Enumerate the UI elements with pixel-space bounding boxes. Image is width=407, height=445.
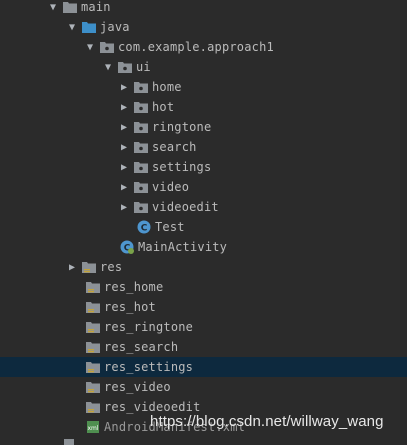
- tree-label-java: java: [100, 20, 130, 34]
- package-folder-icon: [118, 60, 132, 74]
- tree-row-res-ringtone[interactable]: res_ringtone: [0, 317, 407, 337]
- package-folder-icon: [134, 120, 148, 134]
- package-folder-icon: [134, 100, 148, 114]
- resource-folder-icon: [82, 260, 96, 274]
- package-folder-icon: [134, 180, 148, 194]
- tree-row-home[interactable]: ▶ home: [0, 77, 407, 97]
- manifest-file-icon: xml: [86, 420, 100, 434]
- chevron-right-icon[interactable]: ▶: [118, 77, 130, 97]
- partial-folder-icon: [64, 439, 74, 445]
- resource-folder-icon: [86, 380, 100, 394]
- tree-row-res-home[interactable]: res_home: [0, 277, 407, 297]
- tree-row-package[interactable]: ▼ com.example.approach1: [0, 37, 407, 57]
- tree-label-main: main: [81, 0, 111, 14]
- tree-label-videoedit: videoedit: [152, 200, 219, 214]
- chevron-right-icon[interactable]: ▶: [118, 137, 130, 157]
- tree-label-res-hot: res_hot: [104, 300, 156, 314]
- tree-label-res-home: res_home: [104, 280, 164, 294]
- chevron-right-icon[interactable]: ▶: [118, 177, 130, 197]
- package-folder-icon: [134, 200, 148, 214]
- tree-label-mainactivity: MainActivity: [138, 240, 228, 254]
- resource-folder-icon: [86, 280, 100, 294]
- tree-row-settings[interactable]: ▶ settings: [0, 157, 407, 177]
- package-folder-icon: [134, 140, 148, 154]
- chevron-right-icon[interactable]: ▶: [118, 97, 130, 117]
- chevron-down-icon[interactable]: ▼: [66, 17, 78, 37]
- tree-label-res-settings: res_settings: [104, 360, 194, 374]
- svg-text:C: C: [141, 224, 148, 234]
- source-folder-icon: [82, 20, 96, 34]
- package-folder-icon: [100, 40, 114, 54]
- resource-folder-icon: [86, 340, 100, 354]
- chevron-down-icon[interactable]: ▼: [102, 57, 114, 77]
- package-folder-icon: [134, 80, 148, 94]
- tree-row-test[interactable]: C Test: [0, 217, 407, 237]
- tree-row-res-video[interactable]: res_video: [0, 377, 407, 397]
- tree-label-ringtone: ringtone: [152, 120, 212, 134]
- activity-class-icon: C: [120, 240, 134, 254]
- chevron-down-icon[interactable]: ▼: [47, 0, 59, 17]
- resource-folder-icon: [86, 400, 100, 414]
- tree-label-settings: settings: [152, 160, 212, 174]
- resource-folder-icon: [86, 300, 100, 314]
- chevron-right-icon[interactable]: ▶: [118, 117, 130, 137]
- tree-row-res-settings[interactable]: res_settings: [0, 357, 407, 377]
- tree-row-res[interactable]: ▶ res: [0, 257, 407, 277]
- tree-row-res-search[interactable]: res_search: [0, 337, 407, 357]
- tree-label-res: res: [100, 260, 123, 274]
- tree-row-video[interactable]: ▶ video: [0, 177, 407, 197]
- tree-label-search: search: [152, 140, 197, 154]
- chevron-right-icon[interactable]: ▶: [118, 157, 130, 177]
- tree-row-ui[interactable]: ▼ ui: [0, 57, 407, 77]
- chevron-down-icon[interactable]: ▼: [84, 37, 96, 57]
- chevron-right-icon[interactable]: ▶: [118, 197, 130, 217]
- package-folder-icon: [134, 160, 148, 174]
- resource-folder-icon: [86, 320, 100, 334]
- watermark-text: https://blog.csdn.net/willway_wang: [150, 413, 384, 430]
- tree-row-videoedit[interactable]: ▶ videoedit: [0, 197, 407, 217]
- tree-label-hot: hot: [152, 100, 175, 114]
- tree-label-home: home: [152, 80, 182, 94]
- tree-label-res-ringtone: res_ringtone: [104, 320, 194, 334]
- chevron-right-icon[interactable]: ▶: [66, 257, 78, 277]
- tree-row-res-hot[interactable]: res_hot: [0, 297, 407, 317]
- tree-row-ringtone[interactable]: ▶ ringtone: [0, 117, 407, 137]
- tree-label-res-videoedit: res_videoedit: [104, 400, 201, 414]
- tree-row-java[interactable]: ▼ java: [0, 17, 407, 37]
- tree-label-ui: ui: [136, 60, 151, 74]
- folder-icon: [63, 0, 77, 14]
- svg-text:xml: xml: [87, 425, 98, 432]
- tree-row-search[interactable]: ▶ search: [0, 137, 407, 157]
- tree-label-package: com.example.approach1: [118, 40, 274, 54]
- class-icon: C: [137, 220, 151, 234]
- tree-label-res-search: res_search: [104, 340, 179, 354]
- tree-row-hot[interactable]: ▶ hot: [0, 97, 407, 117]
- tree-row-mainactivity[interactable]: C MainActivity: [0, 237, 407, 257]
- tree-label-res-video: res_video: [104, 380, 171, 394]
- tree-row-main[interactable]: ▼ main: [0, 0, 407, 17]
- resource-folder-icon: [86, 360, 100, 374]
- tree-label-video: video: [152, 180, 190, 194]
- tree-label-test: Test: [155, 220, 185, 234]
